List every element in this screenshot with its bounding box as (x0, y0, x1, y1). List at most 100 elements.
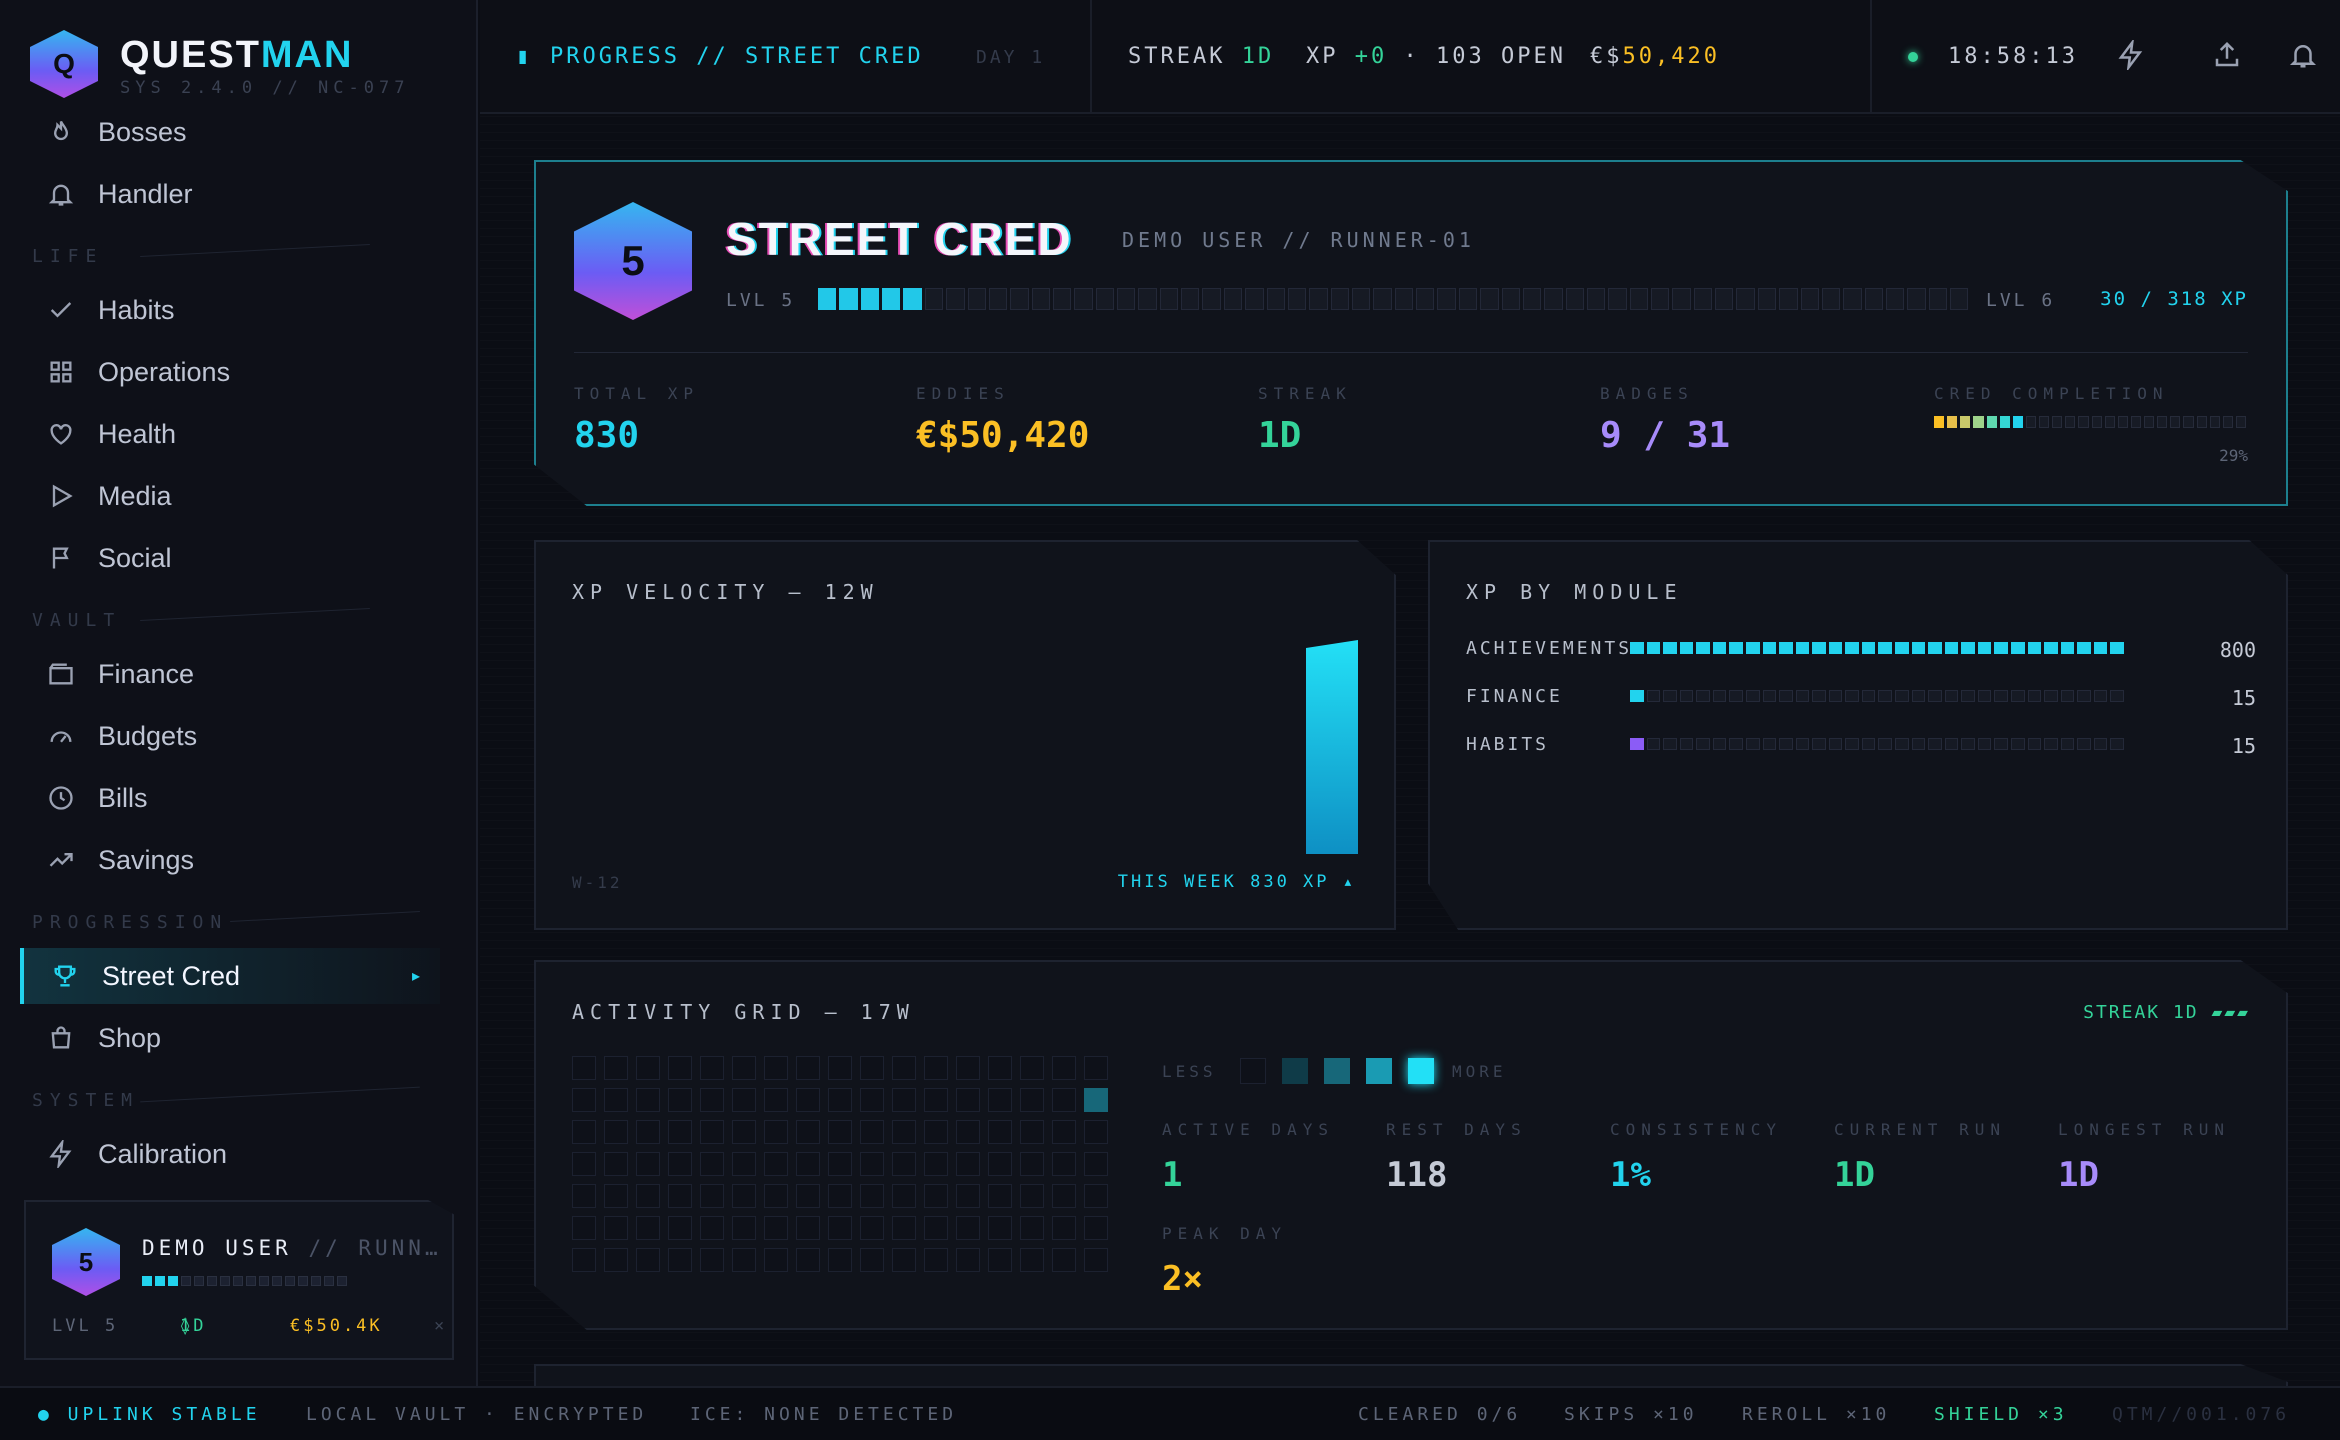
activity-cell[interactable] (668, 1088, 692, 1112)
activity-cell[interactable] (1052, 1088, 1076, 1112)
breadcrumb[interactable]: PROGRESS // STREET CRED (550, 44, 924, 69)
activity-cell[interactable] (1084, 1120, 1108, 1144)
activity-cell[interactable] (668, 1248, 692, 1272)
activity-cell[interactable] (1084, 1056, 1108, 1080)
activity-cell[interactable] (732, 1088, 756, 1112)
activity-cell[interactable] (860, 1120, 884, 1144)
activity-cell[interactable] (668, 1184, 692, 1208)
sidebar-item-savings[interactable]: Savings (20, 832, 440, 888)
activity-cell[interactable] (892, 1056, 916, 1080)
activity-cell[interactable] (604, 1248, 628, 1272)
module-row-achievements[interactable]: ACHIEVEMENTS 800 (1466, 636, 2256, 662)
activity-cell[interactable] (1084, 1216, 1108, 1240)
activity-cell[interactable] (572, 1120, 596, 1144)
activity-cell[interactable] (636, 1152, 660, 1176)
activity-cell[interactable] (1020, 1088, 1044, 1112)
activity-cell[interactable] (1020, 1184, 1044, 1208)
activity-cell[interactable] (860, 1184, 884, 1208)
activity-cell[interactable] (796, 1184, 820, 1208)
activity-cell[interactable] (988, 1056, 1012, 1080)
activity-cell[interactable] (1052, 1216, 1076, 1240)
activity-cell[interactable] (1084, 1248, 1108, 1272)
activity-cell[interactable] (988, 1184, 1012, 1208)
activity-cell[interactable] (828, 1216, 852, 1240)
activity-cell[interactable] (700, 1120, 724, 1144)
activity-cell[interactable] (796, 1120, 820, 1144)
user-card-close-button[interactable]: × (434, 1316, 447, 1336)
activity-cell[interactable] (636, 1184, 660, 1208)
activity-cell[interactable] (732, 1120, 756, 1144)
activity-cell[interactable] (636, 1056, 660, 1080)
activity-cell[interactable] (892, 1152, 916, 1176)
activity-cell[interactable] (572, 1088, 596, 1112)
sidebar-item-health[interactable]: Health (20, 406, 440, 462)
activity-cell[interactable] (1052, 1120, 1076, 1144)
upload-icon[interactable] (2212, 40, 2242, 70)
activity-cell[interactable] (732, 1216, 756, 1240)
activity-cell[interactable] (828, 1088, 852, 1112)
activity-cell[interactable] (796, 1056, 820, 1080)
activity-cell[interactable] (860, 1248, 884, 1272)
activity-cell[interactable] (1020, 1248, 1044, 1272)
activity-cell[interactable] (924, 1152, 948, 1176)
sidebar-item-operations[interactable]: Operations (20, 344, 440, 400)
activity-cell[interactable] (604, 1120, 628, 1144)
activity-cell[interactable] (988, 1216, 1012, 1240)
activity-cell[interactable] (924, 1056, 948, 1080)
activity-cell[interactable] (924, 1088, 948, 1112)
activity-cell[interactable] (796, 1152, 820, 1176)
activity-cell[interactable] (636, 1120, 660, 1144)
activity-cell[interactable] (732, 1152, 756, 1176)
activity-cell[interactable] (1084, 1152, 1108, 1176)
activity-cell[interactable] (1020, 1056, 1044, 1080)
activity-cell[interactable] (924, 1248, 948, 1272)
activity-cell[interactable] (1052, 1184, 1076, 1208)
sidebar-item-handler[interactable]: Handler (20, 166, 440, 222)
activity-cell[interactable] (764, 1088, 788, 1112)
activity-cell[interactable] (1052, 1152, 1076, 1176)
activity-cell[interactable] (892, 1120, 916, 1144)
bolt-icon[interactable] (2116, 37, 2146, 73)
activity-cell[interactable] (764, 1184, 788, 1208)
activity-cell[interactable] (956, 1152, 980, 1176)
activity-cell[interactable] (988, 1088, 1012, 1112)
sidebar-item-street-cred[interactable]: Street Cred ▸ (20, 948, 440, 1004)
activity-cell[interactable] (892, 1216, 916, 1240)
module-row-habits[interactable]: HABITS 15 (1466, 732, 2256, 758)
activity-cell[interactable] (860, 1088, 884, 1112)
activity-cell[interactable] (700, 1248, 724, 1272)
activity-cell[interactable] (956, 1088, 980, 1112)
activity-cell[interactable] (572, 1056, 596, 1080)
activity-cell[interactable] (956, 1216, 980, 1240)
activity-cell[interactable] (668, 1216, 692, 1240)
activity-cell[interactable] (604, 1088, 628, 1112)
activity-cell[interactable] (604, 1216, 628, 1240)
activity-cell[interactable] (572, 1216, 596, 1240)
activity-cell[interactable] (572, 1152, 596, 1176)
activity-cell[interactable] (828, 1152, 852, 1176)
activity-cell[interactable] (700, 1216, 724, 1240)
activity-cell[interactable] (892, 1088, 916, 1112)
activity-cell[interactable] (764, 1248, 788, 1272)
activity-cell[interactable] (700, 1184, 724, 1208)
activity-cell[interactable] (956, 1184, 980, 1208)
activity-cell[interactable] (1084, 1184, 1108, 1208)
activity-cell[interactable] (924, 1120, 948, 1144)
activity-cell[interactable] (988, 1248, 1012, 1272)
activity-cell[interactable] (924, 1216, 948, 1240)
activity-cell[interactable] (924, 1184, 948, 1208)
activity-cell[interactable] (604, 1152, 628, 1176)
sidebar-item-media[interactable]: Media (20, 468, 440, 524)
activity-cell[interactable] (860, 1152, 884, 1176)
bell-icon[interactable] (2288, 40, 2318, 70)
sidebar-item-finance[interactable]: Finance (20, 646, 440, 702)
activity-cell[interactable] (732, 1056, 756, 1080)
activity-cell[interactable] (1052, 1056, 1076, 1080)
activity-cell[interactable] (636, 1088, 660, 1112)
activity-cell[interactable] (796, 1216, 820, 1240)
activity-cell[interactable] (796, 1248, 820, 1272)
activity-cell[interactable] (828, 1248, 852, 1272)
activity-cell[interactable] (764, 1120, 788, 1144)
sidebar-item-bosses[interactable]: Bosses (20, 104, 440, 160)
activity-cell[interactable] (764, 1152, 788, 1176)
